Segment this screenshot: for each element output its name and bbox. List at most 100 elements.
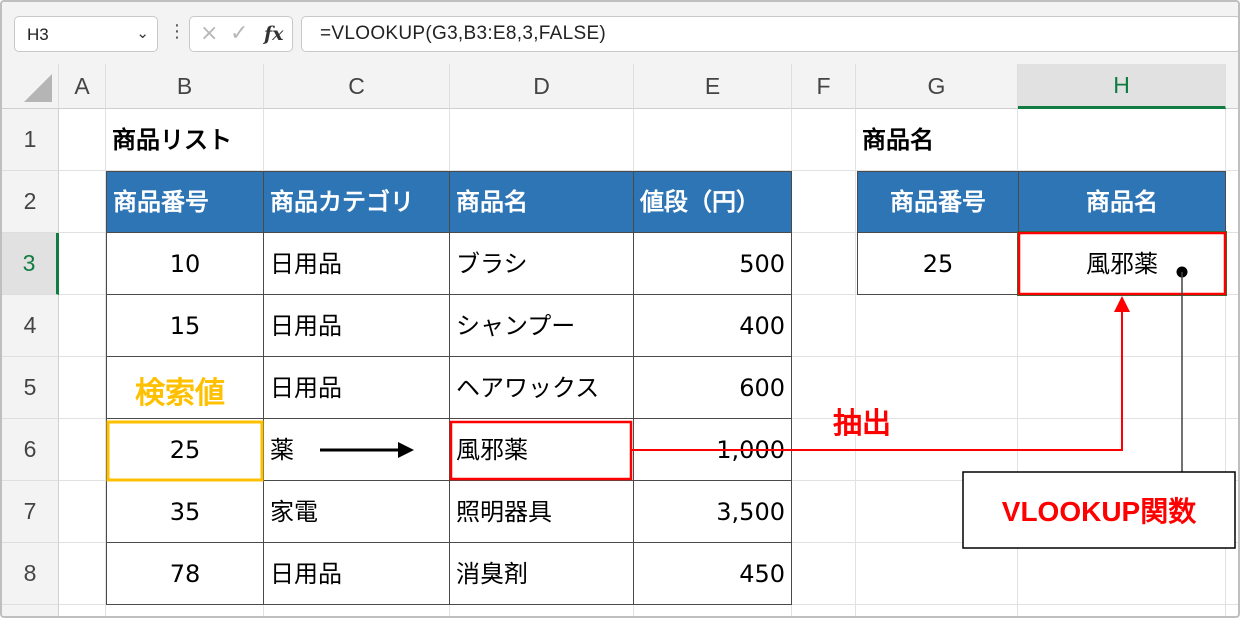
grid-cell[interactable] [59,481,106,543]
grid-cell[interactable] [450,605,634,616]
row-header-5[interactable]: 5 [2,357,59,419]
excel-window: H3 ⌄ ⋮ × ✓ fx =VLOOKUP(G3,B3:E8,3,FALSE)… [0,0,1240,618]
cell-b3[interactable]: 10 [106,232,264,295]
row-header-3[interactable]: 3 [2,233,59,295]
grid-cell[interactable] [59,295,106,357]
cell-e3[interactable]: 500 [633,232,792,295]
cell-d7[interactable]: 照明器具 [449,480,634,543]
grid-cell[interactable] [792,481,856,543]
grid-cell[interactable] [59,171,106,233]
grid-cell[interactable] [792,543,856,605]
cell-b6[interactable]: 25 [106,418,264,481]
cell-e4[interactable]: 400 [633,294,792,357]
column-header-c[interactable]: C [264,64,450,109]
grid-cell[interactable] [1018,543,1226,605]
column-header-g[interactable]: G [856,64,1018,109]
grid-cell[interactable] [1226,171,1238,233]
grid-cell[interactable] [1226,233,1238,295]
cell-c7[interactable]: 家電 [263,480,450,543]
cell-e7[interactable]: 3,500 [633,480,792,543]
cell-e5[interactable]: 600 [633,356,792,419]
cell-c2-header[interactable]: 商品カテゴリ [263,171,450,233]
cell-b1-list-title[interactable]: 商品リスト [106,109,450,171]
formula-buttons: × ✓ fx [189,16,293,52]
enter-icon[interactable]: ✓ [230,21,248,47]
cell-b4[interactable]: 15 [106,294,264,357]
search-value-label: 検索値 [135,376,225,411]
grid-cell[interactable] [1018,109,1226,171]
column-header-h[interactable]: H [1018,64,1226,109]
insert-function-icon[interactable]: fx [264,21,284,47]
grid-cell[interactable] [59,233,106,295]
grid-cell[interactable] [856,605,1018,616]
grid-cell[interactable] [450,109,634,171]
cell-g2-header[interactable]: 商品番号 [857,171,1019,233]
grid-cell[interactable] [856,543,1018,605]
row-header-7[interactable]: 7 [2,481,59,543]
grid-cell[interactable] [1018,605,1226,616]
cancel-icon[interactable]: × [200,21,218,47]
cell-g1-lookup-title[interactable]: 商品名 [856,109,1018,171]
grid-cell[interactable] [634,109,792,171]
row-header-2[interactable]: 2 [2,171,59,233]
grid-cell[interactable] [1018,357,1226,419]
cell-e2-header[interactable]: 値段（円） [633,171,792,233]
cell-g3-lookup-value[interactable]: 25 [857,232,1019,295]
column-header-e[interactable]: E [634,64,792,109]
name-box[interactable]: H3 ⌄ [14,16,158,52]
cell-c8[interactable]: 日用品 [263,542,450,605]
row-header-1[interactable]: 1 [2,109,59,171]
column-header-f[interactable]: F [792,64,856,109]
cell-e6[interactable]: 1,000 [633,418,792,481]
row-header-6[interactable]: 6 [2,419,59,481]
cell-d2-header[interactable]: 商品名 [449,171,634,233]
grid-cell[interactable] [59,605,106,616]
cell-b8[interactable]: 78 [106,542,264,605]
row-header-4[interactable]: 4 [2,295,59,357]
grid-cell[interactable] [1226,295,1238,357]
column-header-d[interactable]: D [450,64,634,109]
cell-d5[interactable]: ヘアワックス [449,356,634,419]
grid-cell[interactable] [1226,109,1238,171]
cell-e8[interactable]: 450 [633,542,792,605]
grid-cell[interactable] [1226,605,1238,616]
grid-cell[interactable] [59,419,106,481]
cell-b2-header[interactable]: 商品番号 [106,171,264,233]
cell-h3-result[interactable]: 風邪薬 [1018,232,1226,295]
grid-cell[interactable] [1018,295,1226,357]
formula-input[interactable]: =VLOOKUP(G3,B3:E8,3,FALSE) [301,16,1238,52]
column-header-b[interactable]: B [106,64,264,109]
row-header-8[interactable]: 8 [2,543,59,605]
grid-cell[interactable] [1226,543,1238,605]
grid-cell[interactable] [792,233,856,295]
cell-c6[interactable]: 薬 [263,418,450,481]
cell-d8[interactable]: 消臭剤 [449,542,634,605]
grid-cell[interactable] [59,543,106,605]
column-header-a[interactable]: A [59,64,106,109]
cell-c5[interactable]: 日用品 [263,356,450,419]
chevron-down-icon[interactable]: ⌄ [136,24,149,42]
cell-c3[interactable]: 日用品 [263,232,450,295]
row-header-9-partial[interactable] [2,605,59,616]
name-box-value: H3 [27,25,49,44]
select-all-corner[interactable] [2,64,59,109]
grid-cell[interactable] [106,605,264,616]
grid-cell[interactable] [59,109,106,171]
grid-cell[interactable] [792,109,856,171]
grid-cell[interactable] [1226,357,1238,419]
grid-cell[interactable] [792,295,856,357]
cell-d3[interactable]: ブラシ [449,232,634,295]
grid-cell[interactable] [264,605,450,616]
cell-c4[interactable]: 日用品 [263,294,450,357]
column-header-i-partial[interactable] [1226,64,1238,109]
grid-cell[interactable] [634,605,792,616]
grid-cell[interactable] [792,171,856,233]
cell-b7[interactable]: 35 [106,480,264,543]
grid-cell[interactable] [59,357,106,419]
grid-cell[interactable] [856,295,1018,357]
vertical-ellipsis-icon[interactable]: ⋮ [168,20,186,44]
cell-d6[interactable]: 風邪薬 [449,418,634,481]
cell-d4[interactable]: シャンプー [449,294,634,357]
grid-cell[interactable] [792,605,856,616]
cell-h2-header[interactable]: 商品名 [1018,171,1226,233]
